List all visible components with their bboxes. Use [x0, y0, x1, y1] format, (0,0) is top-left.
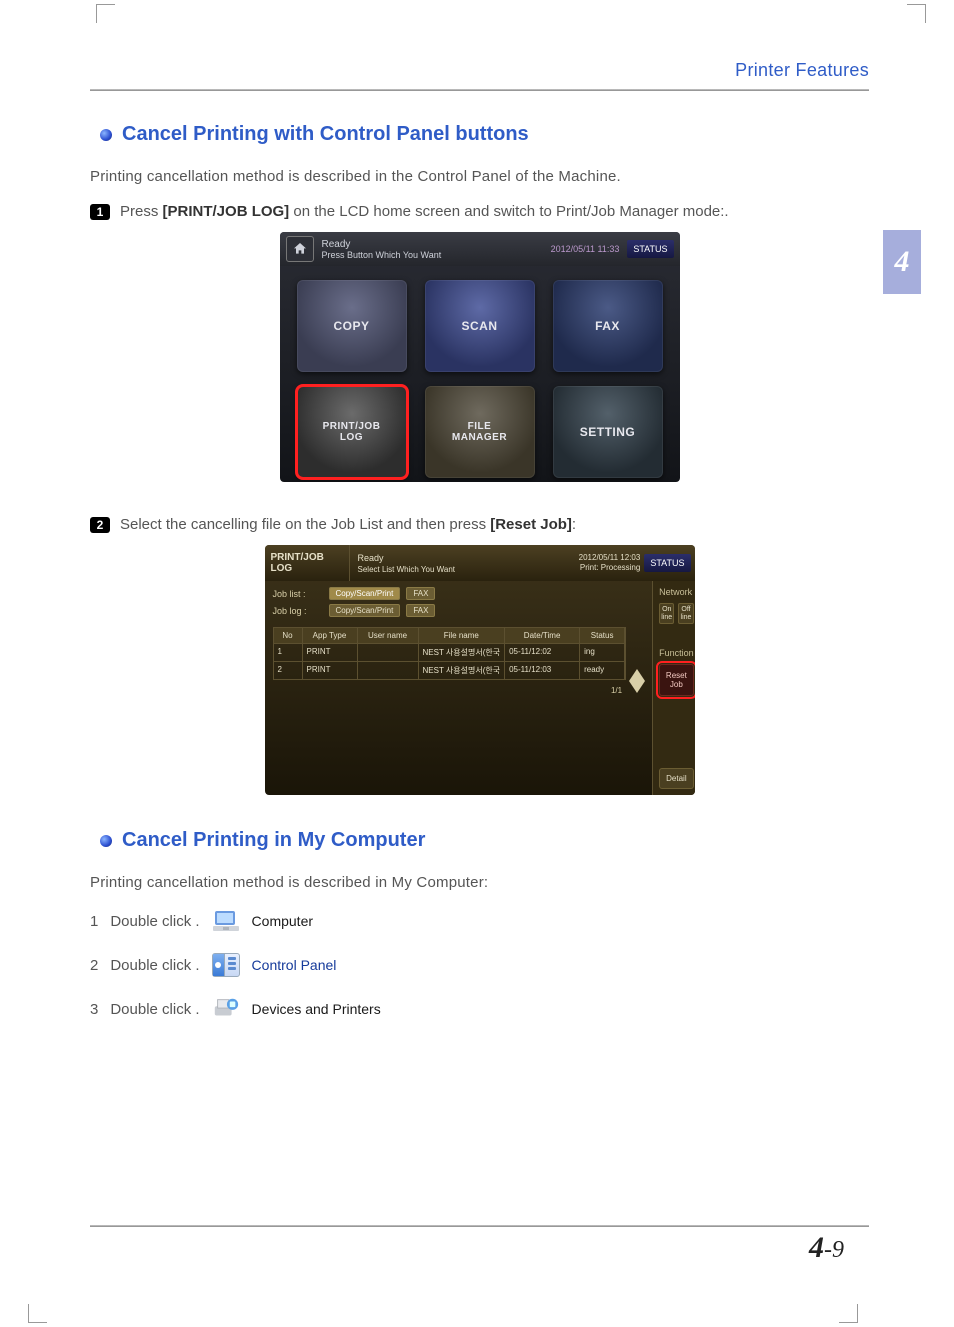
pagination: 1/1	[273, 680, 627, 695]
page-header-title: Printer Features	[90, 60, 869, 81]
table-row[interactable]: 2 PRINT NEST 사용설명서(한국 05-11/12:03 ready	[274, 661, 626, 679]
step-number: 2	[90, 957, 98, 974]
table-header: No App Type User name File name Date/Tim…	[274, 628, 626, 643]
lcd-tile-grid: COPY SCAN FAX PRINT/JOBLOG FILEMANAGER S…	[280, 266, 680, 482]
function-label: Function	[659, 648, 694, 658]
step-text: Select the cancelling file on the Job Li…	[120, 516, 576, 533]
screenshot-home: Ready Press Button Which You Want 2012/0…	[90, 232, 869, 482]
step-row: 2 Double click . Control Panel	[90, 953, 869, 977]
crop-mark	[907, 4, 926, 23]
status-button[interactable]: STATUS	[644, 554, 690, 572]
section-heading: Cancel Printing with Control Panel butto…	[100, 123, 869, 146]
bullet-icon	[100, 835, 112, 847]
step-row: 1 Press [PRINT/JOB LOG] on the LCD home …	[90, 203, 869, 220]
section-heading: Cancel Printing in My Computer	[100, 829, 869, 852]
offline-button[interactable]: Off line	[678, 603, 693, 624]
tile-scan[interactable]: SCAN	[425, 280, 535, 372]
tile-print-job-log[interactable]: PRINT/JOBLOG	[297, 386, 407, 478]
lcd-timestamp: 2012/05/11 11:33	[551, 244, 620, 254]
page: Printer Features 4 Cancel Printing with …	[0, 0, 954, 1327]
crop-mark	[96, 4, 115, 23]
step-number: 1	[90, 913, 98, 930]
detail-button[interactable]: Detail	[659, 768, 694, 789]
tile-copy[interactable]: COPY	[297, 280, 407, 372]
scroll-up-icon[interactable]	[629, 669, 645, 681]
lcd-status-text: Ready Select List Which You Want	[350, 545, 571, 581]
computer-icon	[212, 909, 240, 933]
tile-fax[interactable]: FAX	[553, 280, 663, 372]
header-rule	[90, 89, 869, 91]
filter-fax[interactable]: FAX	[406, 587, 435, 600]
section-title: Cancel Printing in My Computer	[122, 829, 425, 852]
screen-title: PRINT/JOB LOG	[265, 545, 350, 581]
job-list-filter: Job list : Copy/Scan/Print FAX	[273, 587, 649, 600]
home-icon[interactable]	[286, 236, 314, 262]
devices-printers-label: Devices and Printers	[252, 1001, 381, 1017]
network-label: Network	[659, 587, 694, 597]
tile-setting[interactable]: SETTING	[553, 386, 663, 478]
lcd-status-text: Ready Press Button Which You Want	[322, 239, 543, 260]
lcd-processing: Print: Processing	[579, 563, 641, 573]
step-number: 2	[90, 517, 110, 533]
step-row: 3 Double click . Devices and Printers	[90, 997, 869, 1021]
filter-copy-scan-print[interactable]: Copy/Scan/Print	[329, 604, 401, 617]
crop-mark	[28, 1304, 47, 1323]
lcd-home-screen: Ready Press Button Which You Want 2012/0…	[280, 232, 680, 482]
control-panel-icon	[212, 953, 240, 977]
section-intro: Printing cancellation method is describe…	[90, 168, 869, 185]
filter-fax[interactable]: FAX	[406, 604, 435, 617]
step-text: Double click .	[110, 913, 199, 930]
filter-copy-scan-print[interactable]: Copy/Scan/Print	[329, 587, 401, 600]
lcd-joblog-screen: PRINT/JOB LOG Ready Select List Which Yo…	[265, 545, 695, 795]
reset-job-button[interactable]: Reset Job	[659, 664, 694, 696]
scroll-down-icon[interactable]	[629, 681, 645, 693]
step-text: Double click .	[110, 1001, 199, 1018]
lcd-topbar: PRINT/JOB LOG Ready Select List Which Yo…	[265, 545, 695, 581]
table-row[interactable]: 1 PRINT NEST 사용설명서(한국 05-11/12:02 ing	[274, 643, 626, 661]
job-table: No App Type User name File name Date/Tim…	[273, 627, 627, 680]
step-row: 1 Double click . Computer	[90, 909, 869, 933]
scroll-column	[626, 621, 648, 711]
joblog-sidebar: Network On line Off line Function Reset …	[652, 581, 694, 795]
step-row: 2 Select the cancelling file on the Job …	[90, 516, 869, 533]
step-number: 3	[90, 1001, 98, 1018]
screenshot-joblog: PRINT/JOB LOG Ready Select List Which Yo…	[90, 545, 869, 795]
step-text: Press [PRINT/JOB LOG] on the LCD home sc…	[120, 203, 729, 220]
footer-rule	[90, 1225, 869, 1227]
computer-label: Computer	[252, 913, 313, 929]
section-intro: Printing cancellation method is describe…	[90, 874, 869, 891]
section-title: Cancel Printing with Control Panel butto…	[122, 123, 529, 146]
tile-file-manager[interactable]: FILEMANAGER	[425, 386, 535, 478]
online-button[interactable]: On line	[659, 603, 674, 624]
status-button[interactable]: STATUS	[627, 240, 673, 258]
joblog-main: Job list : Copy/Scan/Print FAX Job log :…	[265, 581, 653, 795]
lcd-timestamp: 2012/05/11 12:03	[579, 553, 641, 563]
bullet-icon	[100, 129, 112, 141]
lcd-topbar: Ready Press Button Which You Want 2012/0…	[280, 232, 680, 266]
control-panel-label: Control Panel	[252, 957, 337, 973]
step-number: 1	[90, 204, 110, 220]
page-number: 4-9	[809, 1231, 844, 1265]
devices-printers-icon	[212, 997, 240, 1021]
crop-mark	[839, 1304, 858, 1323]
chapter-tab: 4	[883, 230, 921, 294]
job-log-filter: Job log : Copy/Scan/Print FAX	[273, 604, 649, 617]
step-text: Double click .	[110, 957, 199, 974]
